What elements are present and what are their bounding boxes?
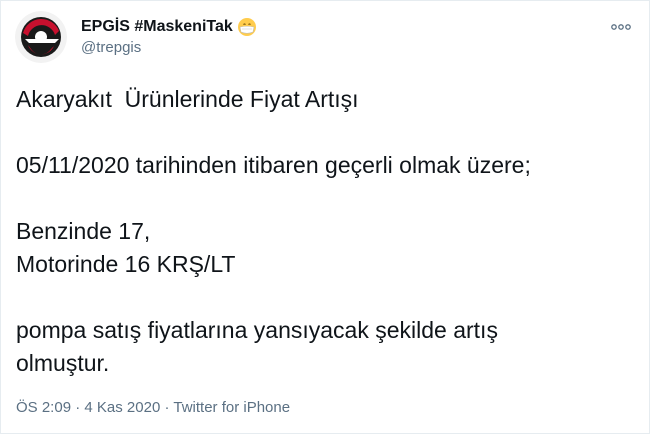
epgis-logo-icon [15,11,67,63]
author-name[interactable]: EPGİS #MaskeniTak [81,17,233,37]
tweet-line: pompa satış fiyatlarına yansıyacak şekil… [16,317,498,343]
tweet-time-link[interactable]: ÖS 2:09 [16,399,71,416]
tweet-line: Motorinde 16 KRŞ/LT [16,251,236,277]
tweet-card: EPGİS #MaskeniTak @trepgis Akaryakıt Ürü… [0,0,650,434]
avatar[interactable] [15,11,67,63]
tweet-metadata: ÖS 2:09 · 4 Kas 2020 · Twitter for iPhon… [16,398,290,418]
meta-separator: · [160,399,174,416]
mask-face-emoji-icon [237,18,256,36]
tweet-line: olmuştur. [16,350,110,376]
tweet-line: Benzinde 17, [16,218,151,244]
tweet-source-link[interactable]: Twitter for iPhone [173,399,290,416]
author-block: EPGİS #MaskeniTak @trepgis [81,17,257,58]
meta-separator: · [71,399,85,416]
tweet-text: Akaryakıt Ürünlerinde Fiyat Artışı 05/11… [16,83,636,380]
tweet-date-link[interactable]: 4 Kas 2020 [84,399,160,416]
more-options-button[interactable] [607,17,635,37]
tweet-line: 05/11/2020 tarihinden itibaren geçerli o… [16,152,531,178]
author-handle[interactable]: @trepgis [81,38,257,58]
ellipsis-icon [611,24,631,30]
tweet-line: Akaryakıt Ürünlerinde Fiyat Artışı [16,86,359,112]
